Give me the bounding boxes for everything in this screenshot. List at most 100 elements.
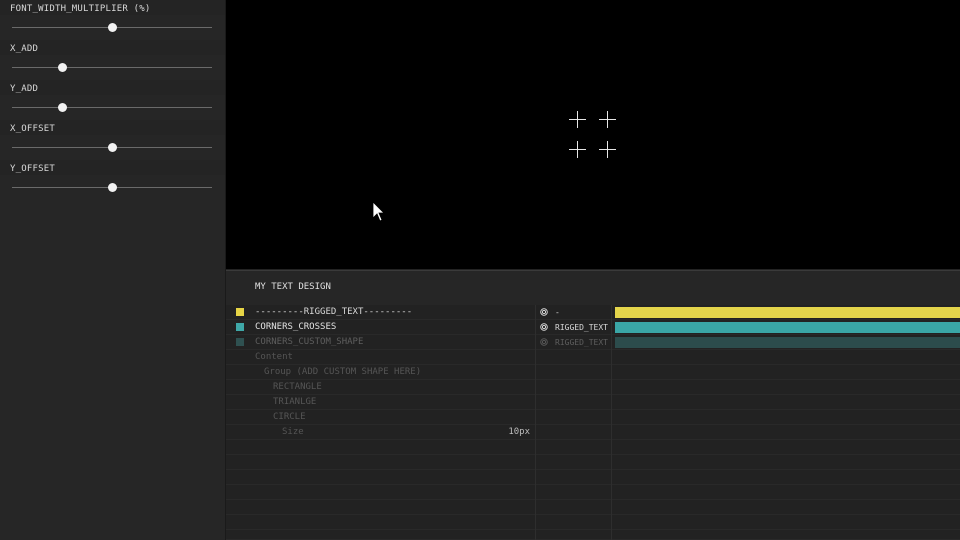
property-name-cell: Size 10px — [226, 425, 535, 440]
slider-body — [0, 135, 225, 160]
property-parent-cell — [536, 395, 611, 410]
crosshair-icon — [599, 111, 616, 128]
property-row[interactable]: RECTANGLE — [226, 380, 960, 395]
empty-row — [226, 515, 960, 530]
empty-row — [226, 530, 960, 540]
slider-y-offset: Y_OFFSET — [0, 160, 225, 200]
slider-body — [0, 55, 225, 80]
property-row[interactable]: TRIANLGE — [226, 395, 960, 410]
property-label: CIRCLE — [273, 412, 306, 422]
slider-track[interactable] — [12, 143, 212, 152]
composition-header: MY TEXT DESIGN — [226, 270, 960, 306]
slider-body — [0, 175, 225, 200]
slider-track[interactable] — [12, 23, 212, 32]
slider-track[interactable] — [12, 103, 212, 112]
property-parent-cell — [536, 410, 611, 425]
crosshair-icon — [569, 141, 586, 158]
composition-viewport[interactable] — [226, 0, 960, 269]
property-name-cell: CIRCLE — [226, 410, 535, 425]
property-label: TRIANLGE — [273, 397, 317, 407]
property-row[interactable]: CIRCLE — [226, 410, 960, 425]
layer-duration-bar[interactable] — [615, 337, 960, 348]
slider-label: FONT_WIDTH_MULTIPLIER (%) — [10, 4, 151, 14]
pickwhip-icon[interactable] — [540, 338, 548, 346]
effect-controls-panel: FONT_WIDTH_MULTIPLIER (%) X_ADD Y_ADD X_… — [0, 0, 226, 540]
property-parent-cell — [536, 380, 611, 395]
layer-parent-cell: RIGGED_TEXT — [536, 320, 611, 335]
slider-x-add: X_ADD — [0, 40, 225, 80]
slider-thumb[interactable] — [58, 103, 67, 112]
layer-color-swatch[interactable] — [236, 338, 244, 346]
property-track-cell — [612, 365, 960, 380]
slider-thumb[interactable] — [58, 63, 67, 72]
layer-name[interactable]: CORNERS_CROSSES — [255, 320, 336, 335]
layer-name-cell: CORNERS_CROSSES — [226, 320, 535, 335]
property-label: Size — [282, 427, 304, 437]
slider-x-offset: X_OFFSET — [0, 120, 225, 160]
layer-track-cell — [612, 335, 960, 350]
layer-row[interactable]: ---------RIGGED_TEXT--------- - — [226, 305, 960, 320]
mouse-pointer-icon — [372, 201, 385, 222]
parent-layer-name[interactable]: RIGGED_TEXT — [555, 320, 608, 335]
empty-row — [226, 500, 960, 515]
parent-layer-name[interactable]: - — [555, 305, 560, 320]
property-track-cell — [612, 350, 960, 365]
property-name-cell: RECTANGLE — [226, 380, 535, 395]
property-track-cell — [612, 395, 960, 410]
slider-thumb[interactable] — [108, 143, 117, 152]
layer-parent-cell: RIGGED_TEXT — [536, 335, 611, 350]
pickwhip-icon[interactable] — [540, 308, 548, 316]
pickwhip-icon[interactable] — [540, 323, 548, 331]
empty-row — [226, 485, 960, 500]
layer-name[interactable]: CORNERS_CUSTOM_SHAPE — [255, 335, 363, 350]
property-label: Group (ADD CUSTOM SHAPE HERE) — [264, 367, 422, 377]
layer-name-cell: CORNERS_CUSTOM_SHAPE — [226, 335, 535, 350]
property-track-cell — [612, 425, 960, 440]
crosshair-icon — [599, 141, 616, 158]
slider-y-add: Y_ADD — [0, 80, 225, 120]
layer-row[interactable]: CORNERS_CROSSES RIGGED_TEXT — [226, 320, 960, 335]
empty-row — [226, 440, 960, 455]
slider-body — [0, 95, 225, 120]
slider-thumb[interactable] — [108, 23, 117, 32]
layer-name[interactable]: ---------RIGGED_TEXT--------- — [255, 305, 412, 320]
parent-layer-name[interactable]: RIGGED_TEXT — [555, 335, 608, 350]
empty-row — [226, 470, 960, 485]
slider-label: Y_ADD — [10, 84, 39, 94]
property-name-cell: Content — [226, 350, 535, 365]
layer-row[interactable]: CORNERS_CUSTOM_SHAPE RIGGED_TEXT — [226, 335, 960, 350]
layer-duration-bar[interactable] — [615, 322, 960, 333]
layer-color-swatch[interactable] — [236, 323, 244, 331]
layer-color-swatch[interactable] — [236, 308, 244, 316]
property-name-cell: TRIANLGE — [226, 395, 535, 410]
layer-track-cell — [612, 320, 960, 335]
layer-duration-bar[interactable] — [615, 307, 960, 318]
slider-label: Y_OFFSET — [10, 164, 55, 174]
slider-label: X_ADD — [10, 44, 39, 54]
property-parent-cell — [536, 365, 611, 380]
property-label: Content — [255, 352, 293, 362]
slider-thumb[interactable] — [108, 183, 117, 192]
layer-parent-cell: - — [536, 305, 611, 320]
property-value[interactable]: 10px — [508, 425, 530, 440]
empty-row — [226, 455, 960, 470]
property-label: RECTANGLE — [273, 382, 322, 392]
property-row[interactable]: Group (ADD CUSTOM SHAPE HERE) — [226, 365, 960, 380]
composition-title: MY TEXT DESIGN — [255, 282, 331, 292]
layer-timeline: ---------RIGGED_TEXT--------- - CORNERS_… — [226, 305, 960, 540]
property-name-cell: Group (ADD CUSTOM SHAPE HERE) — [226, 365, 535, 380]
slider-track[interactable] — [12, 63, 212, 72]
slider-track[interactable] — [12, 183, 212, 192]
layer-track-cell — [612, 305, 960, 320]
property-parent-cell — [536, 425, 611, 440]
property-row[interactable]: Size 10px — [226, 425, 960, 440]
property-track-cell — [612, 410, 960, 425]
slider-font-width-multiplier: FONT_WIDTH_MULTIPLIER (%) — [0, 0, 225, 40]
slider-label: X_OFFSET — [10, 124, 55, 134]
crosshair-icon — [569, 111, 586, 128]
property-track-cell — [612, 380, 960, 395]
slider-body — [0, 15, 225, 40]
property-row[interactable]: Content — [226, 350, 960, 365]
property-parent-cell — [536, 350, 611, 365]
layer-name-cell: ---------RIGGED_TEXT--------- — [226, 305, 535, 320]
